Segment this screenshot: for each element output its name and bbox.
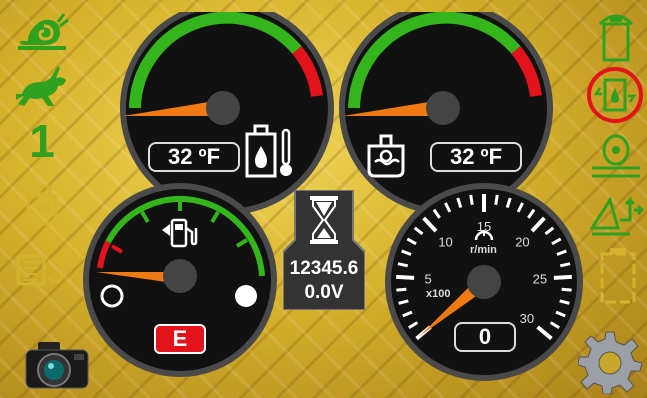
rpm-scale-label: 20 (515, 234, 529, 249)
rpm-scale-label: 5 (424, 272, 431, 287)
rpm-readout: 0 (454, 322, 516, 352)
swing-lock-button[interactable] (590, 130, 642, 182)
fuel-status-badge: E (154, 324, 206, 354)
hour-meter-panel: 12345.6 0.0V (283, 190, 365, 310)
coolant-temp-readout: 32 ºF (430, 142, 522, 172)
engine-speed-icon (474, 230, 494, 241)
glow-plug-indicator (22, 184, 62, 228)
hydraulic-oil-cycle-button[interactable] (586, 66, 644, 124)
snail-icon (18, 13, 69, 50)
hour-meter-value: 12345.6 (289, 258, 359, 279)
fuel-full-marker (235, 285, 257, 307)
glow-plug-icon (26, 184, 58, 226)
rpm-unit-label: r/min (470, 244, 497, 256)
rpm-minor-tick (494, 194, 499, 206)
rpm-multiplier-label: x100 (426, 288, 451, 300)
camera-button[interactable] (24, 338, 90, 390)
rpm-minor-tick (396, 287, 407, 292)
rpm-minor-tick (469, 194, 474, 206)
machine-monitor-screen: 1 32 ºF 32 ºF E 12345.6 0.0V 5 10 15 20 … (0, 0, 647, 398)
battery-voltage-value: 0.0V (304, 282, 344, 303)
gear-number: 1 (29, 115, 55, 167)
rpm-major-tick (553, 274, 572, 280)
rpm-scale-label: 25 (533, 272, 547, 287)
battery-icon (600, 248, 636, 304)
hydraulic-oil-cycle-icon (587, 67, 643, 123)
settings-gear-icon (577, 331, 643, 395)
exhaust-filter-indicator (16, 250, 68, 290)
cab-lift-icon (598, 14, 634, 62)
rpm-minor-tick (559, 262, 571, 268)
fuel-pump-icon (162, 218, 198, 248)
coolant-temp-icon (367, 134, 405, 178)
rpm-scale-label: 10 (438, 234, 452, 249)
rpm-scale-label: 30 (520, 311, 534, 326)
engine-rpm-gauge: 5 10 15 20 25 30 r/min x100 0 (384, 182, 584, 382)
cab-lift-button[interactable] (592, 8, 640, 64)
snail-mode-button[interactable] (14, 12, 70, 54)
rpm-minor-tick (397, 262, 409, 268)
exhaust-filter-icon (16, 254, 66, 286)
rabbit-mode-button[interactable] (14, 64, 70, 110)
rabbit-icon (16, 66, 66, 106)
settings-button[interactable] (577, 330, 643, 395)
swing-lock-icon (592, 134, 640, 178)
battery-indicator (598, 246, 638, 306)
rpm-major-tick (396, 274, 415, 280)
travel-alarm-icon (589, 196, 645, 236)
fuel-gauge: E (82, 182, 278, 382)
hydraulic-temp-readout: 32 ºF (148, 142, 240, 172)
travel-alarm-button[interactable] (589, 190, 645, 238)
camera-icon (25, 342, 89, 389)
rpm-minor-tick (561, 287, 572, 292)
hydraulic-oil-temp-icon (245, 124, 292, 178)
